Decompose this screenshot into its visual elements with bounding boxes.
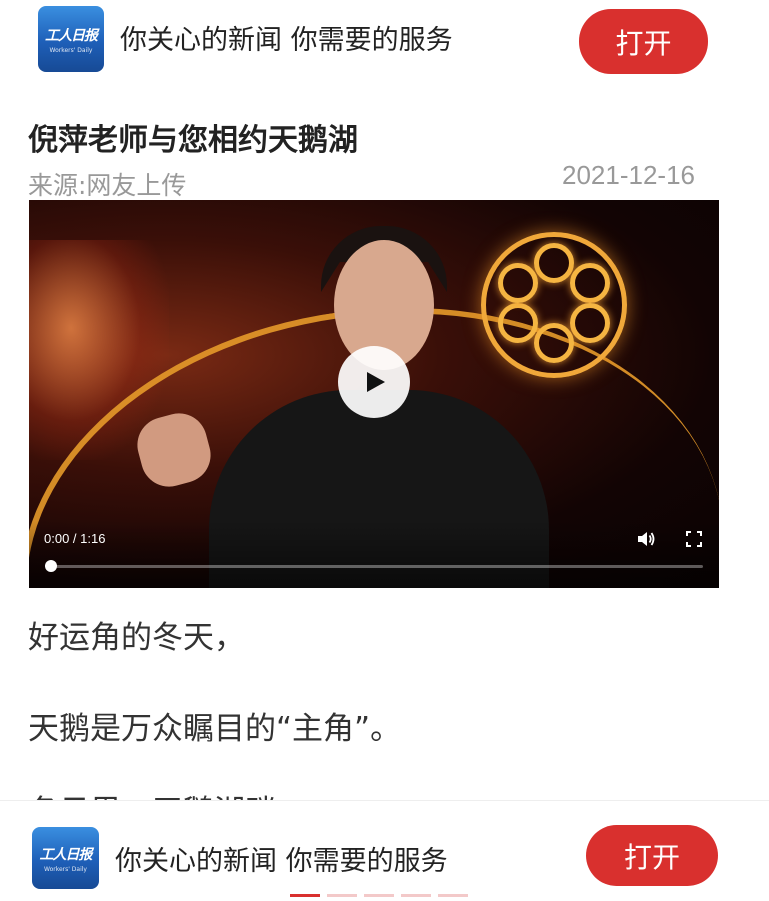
app-banner-top: 工人日报 Workers' Daily 你关心的新闻 你需要的服务 打开 <box>0 0 769 78</box>
article-source: 来源:网友上传 <box>28 171 187 200</box>
video-time: 0:00 / 1:16 <box>44 531 106 546</box>
pager-dot <box>327 894 357 897</box>
open-app-button[interactable]: 打开 <box>586 825 718 886</box>
article-paragraph: 天鹅是万众瞩目的“主角”。 <box>28 711 402 747</box>
play-button[interactable] <box>338 346 410 418</box>
pager-dot <box>401 894 431 897</box>
video-progress-knob[interactable] <box>45 560 57 572</box>
banner-slogan: 你关心的新闻 你需要的服务 <box>120 25 453 56</box>
fullscreen-icon[interactable] <box>685 530 703 552</box>
open-app-button[interactable]: 打开 <box>579 9 708 74</box>
play-icon <box>367 372 385 392</box>
banner-slogan: 你关心的新闻 你需要的服务 <box>115 846 448 877</box>
pager-dot <box>290 894 320 897</box>
pager-dots <box>290 894 468 897</box>
film-reel-decoration <box>481 232 627 378</box>
pager-dot <box>364 894 394 897</box>
app-banner-bottom: 工人日报 Workers' Daily 你关心的新闻 你需要的服务 打开 <box>0 800 769 901</box>
workers-daily-logo: 工人日报 Workers' Daily <box>32 827 99 889</box>
article-title: 倪萍老师与您相约天鹅湖 <box>28 123 358 158</box>
volume-icon[interactable] <box>636 529 656 553</box>
pager-dot <box>438 894 468 897</box>
article-paragraph: 好运角的冬天， <box>28 620 245 656</box>
video-controls: 0:00 / 1:16 <box>29 520 719 588</box>
video-progress-bar[interactable] <box>49 565 703 568</box>
video-player[interactable]: 0:00 / 1:16 <box>29 200 719 588</box>
workers-daily-logo: 工人日报 Workers' Daily <box>38 6 104 72</box>
article-date: 2021-12-16 <box>562 160 695 190</box>
